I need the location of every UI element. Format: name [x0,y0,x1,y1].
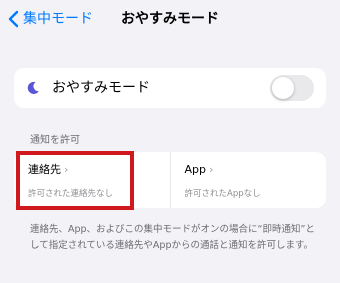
allowed-apps-title-row: App › [185,162,214,178]
allowed-people-subtitle: 許可された連絡先なし [28,189,114,199]
allowed-people-cell[interactable]: 連絡先 › 許可された連絡先なし [14,152,170,208]
navigation-bar: 集中モード おやすみモード [0,0,340,40]
chevron-right-icon: › [209,163,214,176]
page-title: おやすみモード [121,11,219,27]
allowed-people-title: 連絡先 [28,163,61,176]
chevron-right-icon: › [64,163,69,176]
focus-toggle-switch[interactable] [270,75,314,101]
allow-notifications-card: 連絡先 › 許可された連絡先なし App › 許可されたAppなし [14,152,326,208]
focus-toggle-label: おやすみモード [52,80,150,96]
allowed-apps-subtitle: 許可されたAppなし [184,189,261,199]
allowed-people-title-row: 連絡先 › [28,162,68,178]
allow-notifications-header: 通知を許可 [30,135,80,146]
moon-icon [27,81,39,94]
focus-settings-screen: 集中モード おやすみモード おやすみモード 通知を許可 連絡先 › 許可された連… [0,0,340,283]
allowed-apps-title: App [184,163,207,176]
toggle-knob [272,77,294,99]
allow-notifications-footer: 連絡先、App、およびこの集中モードがオンの場合に“即時通知”として指定されてい… [30,224,315,251]
focus-toggle-row: おやすみモード [14,68,326,108]
allowed-apps-cell[interactable]: App › 許可されたAppなし [169,152,327,208]
